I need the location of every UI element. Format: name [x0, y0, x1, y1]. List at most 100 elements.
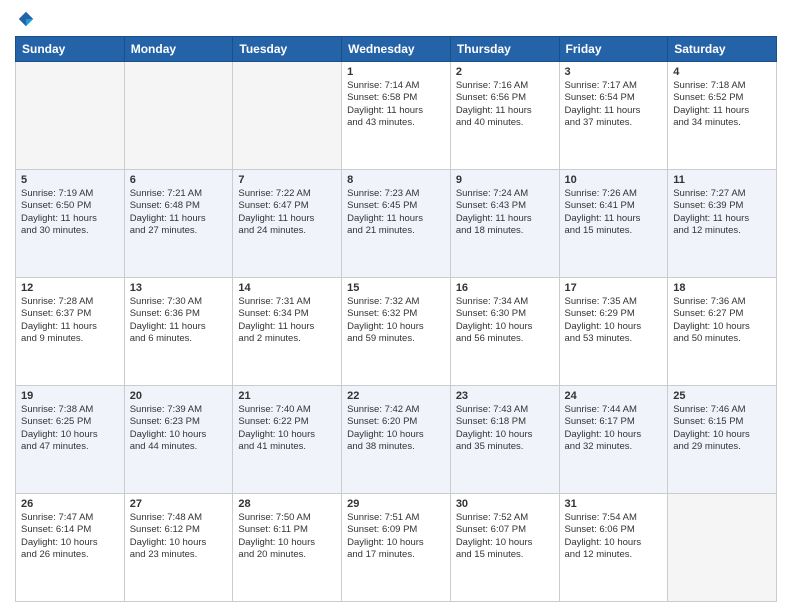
day-info: Sunrise: 7:18 AM Sunset: 6:52 PM Dayligh…: [673, 80, 771, 129]
calendar-cell: 8Sunrise: 7:23 AM Sunset: 6:45 PM Daylig…: [342, 170, 451, 278]
day-number: 31: [565, 498, 663, 510]
day-number: 21: [238, 390, 336, 402]
day-number: 4: [673, 66, 771, 78]
day-number: 24: [565, 390, 663, 402]
page: SundayMondayTuesdayWednesdayThursdayFrid…: [0, 0, 792, 612]
calendar-cell: 6 Sunrise: 7:21 AM Sunset: 6:48 PM Daylig…: [124, 170, 233, 278]
day-number: 9: [456, 174, 554, 186]
day-number: 23: [456, 390, 554, 402]
day-info: Sunrise: 7:40 AM Sunset: 6:22 PM Dayligh…: [238, 404, 336, 453]
calendar-cell: 16Sunrise: 7:34 AM Sunset: 6:30 PM Dayli…: [450, 278, 559, 386]
day-number: 30: [456, 498, 554, 510]
logo-icon: [17, 10, 35, 28]
day-number: 27: [130, 498, 228, 510]
day-info: Sunrise: 7:54 AM Sunset: 6:06 PM Dayligh…: [565, 512, 663, 561]
weekday-sunday: Sunday: [16, 37, 125, 62]
calendar-cell: 14 Sunrise: 7:31 AM Sunset: 6:34 PM Dayli…: [233, 278, 342, 386]
day-number: 1: [347, 66, 445, 78]
week-row-5: 26 Sunrise: 7:47 AM Sunset: 6:14 PM Dayli…: [16, 494, 777, 602]
day-number: 3: [565, 66, 663, 78]
weekday-thursday: Thursday: [450, 37, 559, 62]
day-number: 20: [130, 390, 228, 402]
day-number: 12: [21, 282, 119, 294]
day-info: Sunrise: 7:38 AM Sunset: 6:25 PM Dayligh…: [21, 404, 119, 453]
day-info: Sunrise: 7:26 AM Sunset: 6:41 PM Dayligh…: [565, 188, 663, 237]
day-info: Sunrise: 7:46 AM Sunset: 6:15 PM Dayligh…: [673, 404, 771, 453]
day-number: 7: [238, 174, 336, 186]
day-info: Sunrise: 7:51 AM Sunset: 6:09 PM Dayligh…: [347, 512, 445, 561]
day-info: Sunrise: 7:50 AM Sunset: 6:11 PM Dayligh…: [238, 512, 336, 561]
week-row-4: 19Sunrise: 7:38 AM Sunset: 6:25 PM Dayli…: [16, 386, 777, 494]
day-info: Sunrise: 7:52 AM Sunset: 6:07 PM Dayligh…: [456, 512, 554, 561]
calendar-cell: [668, 494, 777, 602]
day-number: 8: [347, 174, 445, 186]
calendar-cell: 12 Sunrise: 7:28 AM Sunset: 6:37 PM Dayli…: [16, 278, 125, 386]
calendar-cell: [16, 62, 125, 170]
day-number: 11: [673, 174, 771, 186]
calendar-cell: 20 Sunrise: 7:39 AM Sunset: 6:23 PM Dayli…: [124, 386, 233, 494]
calendar-cell: 5Sunrise: 7:19 AM Sunset: 6:50 PM Daylig…: [16, 170, 125, 278]
calendar-cell: [233, 62, 342, 170]
day-info: Sunrise: 7:32 AM Sunset: 6:32 PM Dayligh…: [347, 296, 445, 345]
day-info: Sunrise: 7:14 AM Sunset: 6:58 PM Dayligh…: [347, 80, 445, 129]
calendar-cell: 26 Sunrise: 7:47 AM Sunset: 6:14 PM Dayli…: [16, 494, 125, 602]
calendar-cell: 30 Sunrise: 7:52 AM Sunset: 6:07 PM Dayli…: [450, 494, 559, 602]
day-info: Sunrise: 7:48 AM Sunset: 6:12 PM Dayligh…: [130, 512, 228, 561]
calendar-cell: 3 Sunrise: 7:17 AM Sunset: 6:54 PM Daylig…: [559, 62, 668, 170]
day-number: 14: [238, 282, 336, 294]
day-number: 28: [238, 498, 336, 510]
day-info: Sunrise: 7:42 AM Sunset: 6:20 PM Dayligh…: [347, 404, 445, 453]
day-info: Sunrise: 7:47 AM Sunset: 6:14 PM Dayligh…: [21, 512, 119, 561]
day-info: Sunrise: 7:43 AM Sunset: 6:18 PM Dayligh…: [456, 404, 554, 453]
week-row-1: 1 Sunrise: 7:14 AM Sunset: 6:58 PM Daylig…: [16, 62, 777, 170]
week-row-3: 12 Sunrise: 7:28 AM Sunset: 6:37 PM Dayli…: [16, 278, 777, 386]
weekday-tuesday: Tuesday: [233, 37, 342, 62]
day-number: 16: [456, 282, 554, 294]
calendar-cell: 10 Sunrise: 7:26 AM Sunset: 6:41 PM Dayli…: [559, 170, 668, 278]
calendar-cell: 27 Sunrise: 7:48 AM Sunset: 6:12 PM Dayli…: [124, 494, 233, 602]
calendar-cell: 21 Sunrise: 7:40 AM Sunset: 6:22 PM Dayli…: [233, 386, 342, 494]
weekday-header-row: SundayMondayTuesdayWednesdayThursdayFrid…: [16, 37, 777, 62]
day-info: Sunrise: 7:39 AM Sunset: 6:23 PM Dayligh…: [130, 404, 228, 453]
calendar-table: SundayMondayTuesdayWednesdayThursdayFrid…: [15, 36, 777, 602]
calendar-cell: 19Sunrise: 7:38 AM Sunset: 6:25 PM Dayli…: [16, 386, 125, 494]
day-info: Sunrise: 7:22 AM Sunset: 6:47 PM Dayligh…: [238, 188, 336, 237]
day-info: Sunrise: 7:28 AM Sunset: 6:37 PM Dayligh…: [21, 296, 119, 345]
day-number: 18: [673, 282, 771, 294]
calendar-cell: 9 Sunrise: 7:24 AM Sunset: 6:43 PM Daylig…: [450, 170, 559, 278]
day-number: 6: [130, 174, 228, 186]
weekday-friday: Friday: [559, 37, 668, 62]
header: [15, 10, 777, 28]
day-number: 5: [21, 174, 119, 186]
day-number: 10: [565, 174, 663, 186]
day-number: 13: [130, 282, 228, 294]
calendar-cell: 7 Sunrise: 7:22 AM Sunset: 6:47 PM Daylig…: [233, 170, 342, 278]
calendar-cell: 22Sunrise: 7:42 AM Sunset: 6:20 PM Dayli…: [342, 386, 451, 494]
calendar-cell: 15Sunrise: 7:32 AM Sunset: 6:32 PM Dayli…: [342, 278, 451, 386]
weekday-wednesday: Wednesday: [342, 37, 451, 62]
day-info: Sunrise: 7:24 AM Sunset: 6:43 PM Dayligh…: [456, 188, 554, 237]
calendar-cell: 28 Sunrise: 7:50 AM Sunset: 6:11 PM Dayli…: [233, 494, 342, 602]
day-info: Sunrise: 7:44 AM Sunset: 6:17 PM Dayligh…: [565, 404, 663, 453]
day-info: Sunrise: 7:31 AM Sunset: 6:34 PM Dayligh…: [238, 296, 336, 345]
week-row-2: 5Sunrise: 7:19 AM Sunset: 6:50 PM Daylig…: [16, 170, 777, 278]
calendar-cell: 1 Sunrise: 7:14 AM Sunset: 6:58 PM Daylig…: [342, 62, 451, 170]
calendar-cell: 4 Sunrise: 7:18 AM Sunset: 6:52 PM Daylig…: [668, 62, 777, 170]
calendar-cell: 25 Sunrise: 7:46 AM Sunset: 6:15 PM Dayli…: [668, 386, 777, 494]
day-number: 2: [456, 66, 554, 78]
day-info: Sunrise: 7:36 AM Sunset: 6:27 PM Dayligh…: [673, 296, 771, 345]
calendar-cell: 18 Sunrise: 7:36 AM Sunset: 6:27 PM Dayli…: [668, 278, 777, 386]
calendar-cell: 11 Sunrise: 7:27 AM Sunset: 6:39 PM Dayli…: [668, 170, 777, 278]
day-info: Sunrise: 7:21 AM Sunset: 6:48 PM Dayligh…: [130, 188, 228, 237]
day-info: Sunrise: 7:16 AM Sunset: 6:56 PM Dayligh…: [456, 80, 554, 129]
day-number: 25: [673, 390, 771, 402]
calendar-cell: 31 Sunrise: 7:54 AM Sunset: 6:06 PM Dayli…: [559, 494, 668, 602]
weekday-monday: Monday: [124, 37, 233, 62]
calendar-cell: [124, 62, 233, 170]
weekday-saturday: Saturday: [668, 37, 777, 62]
day-info: Sunrise: 7:27 AM Sunset: 6:39 PM Dayligh…: [673, 188, 771, 237]
calendar-cell: 13Sunrise: 7:30 AM Sunset: 6:36 PM Dayli…: [124, 278, 233, 386]
day-number: 26: [21, 498, 119, 510]
day-info: Sunrise: 7:35 AM Sunset: 6:29 PM Dayligh…: [565, 296, 663, 345]
day-info: Sunrise: 7:17 AM Sunset: 6:54 PM Dayligh…: [565, 80, 663, 129]
